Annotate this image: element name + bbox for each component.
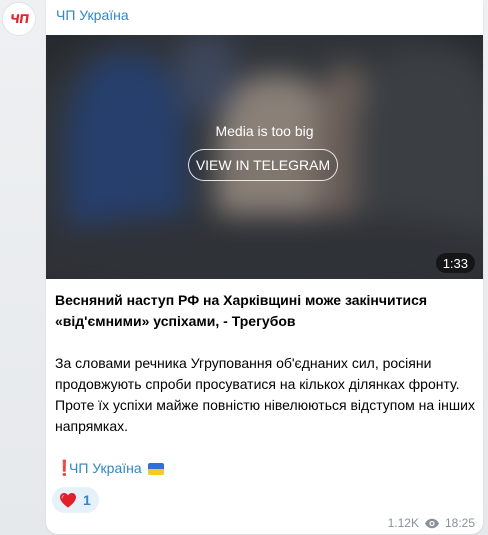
media-too-big-notice: Media is too big: [215, 123, 314, 139]
ukraine-flag-icon: [147, 462, 164, 475]
view-in-telegram-button[interactable]: VIEW IN TELEGRAM: [188, 149, 338, 181]
message-bubble: ЧП Україна Media is too big VIEW IN TELE…: [46, 0, 483, 534]
channel-avatar[interactable]: ЧП: [2, 2, 36, 36]
eye-icon: [424, 518, 440, 529]
post-signature: ❗ ЧП Україна: [55, 458, 164, 479]
telegram-post-page: ЧП ЧП Україна Media is too big VIEW IN T…: [0, 0, 488, 535]
avatar-logo-text: ЧП: [8, 12, 30, 26]
reaction-heart[interactable]: 1: [52, 487, 99, 513]
post-headline: Весняний наступ РФ на Харківщині може за…: [55, 292, 428, 329]
reaction-count: 1: [83, 492, 91, 508]
exclamation-icon: ❗: [55, 460, 74, 477]
signature-channel-link[interactable]: ЧП Україна: [69, 458, 142, 479]
video-preview[interactable]: Media is too big VIEW IN TELEGRAM 1:33: [46, 35, 483, 279]
channel-name[interactable]: ЧП Україна: [56, 7, 129, 23]
message-meta: 1.12K 18:25: [388, 516, 475, 530]
video-duration-badge: 1:33: [435, 253, 475, 273]
view-count: 1.12K: [387, 516, 419, 530]
red-heart-icon: [59, 492, 77, 508]
post-body: За словами речника Угруповання об'єднани…: [55, 355, 475, 434]
message-time: 18:25: [444, 516, 475, 530]
